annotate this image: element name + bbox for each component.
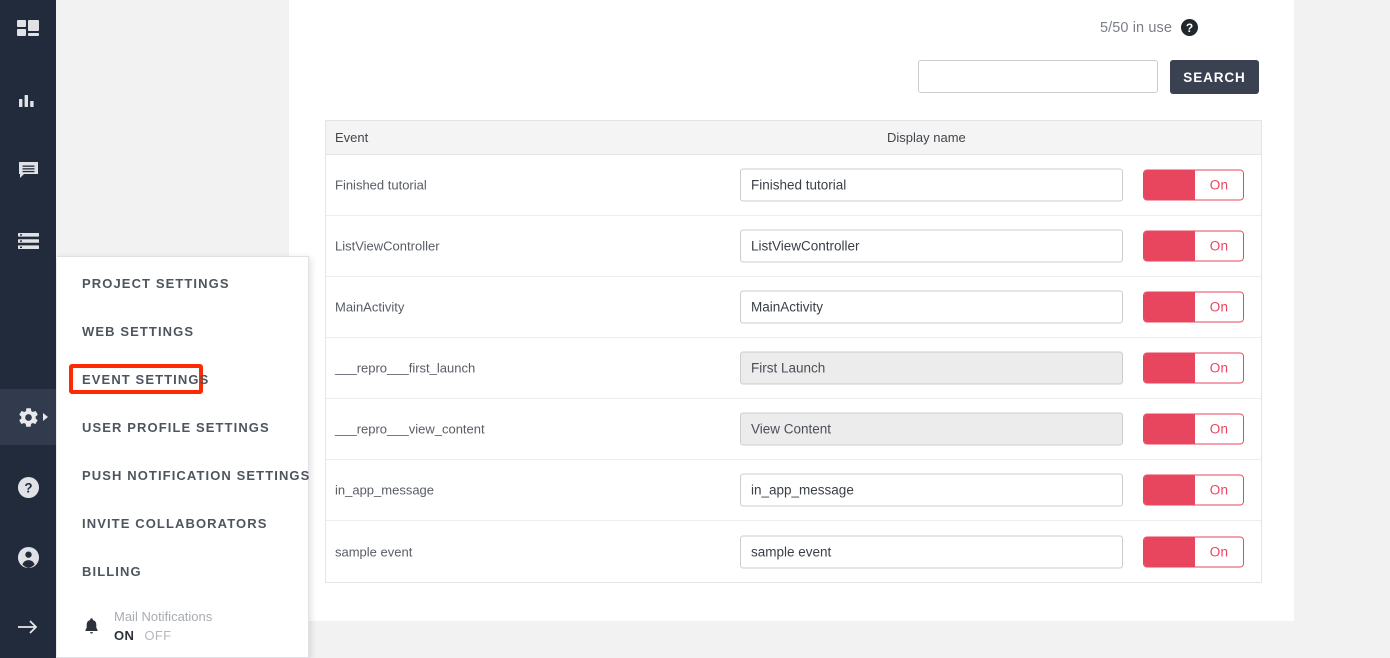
gear-icon	[17, 406, 40, 429]
rail-item-collapse[interactable]	[0, 599, 56, 655]
rail-item-list[interactable]	[0, 213, 56, 269]
toggle-state-label: On	[1195, 354, 1243, 383]
table-row: in_app_message On	[326, 460, 1261, 521]
event-name-label: MainActivity	[335, 300, 404, 315]
toggle-state-label: On	[1195, 293, 1243, 322]
rail-item-dashboard[interactable]	[0, 3, 56, 59]
table-row: ___repro___view_content On	[326, 399, 1261, 460]
help-badge-icon[interactable]: ?	[1181, 19, 1198, 36]
help-circle-icon: ?	[17, 476, 40, 499]
event-name-label: Finished tutorial	[335, 178, 427, 193]
event-enable-toggle[interactable]: On	[1143, 475, 1244, 506]
toggle-knob	[1144, 354, 1195, 383]
submenu-item-push-notification-settings[interactable]: PUSH NOTIFICATION SETTINGS	[82, 468, 310, 483]
display-name-input[interactable]	[740, 474, 1123, 507]
toggle-state-label: On	[1195, 537, 1243, 566]
table-row: MainActivity On	[326, 277, 1261, 338]
toggle-state-label: On	[1195, 415, 1243, 444]
user-circle-icon	[17, 546, 40, 569]
toggle-knob	[1144, 476, 1195, 505]
usage-count-label: 5/50 in use	[1100, 20, 1172, 36]
toggle-state-label: On	[1195, 171, 1243, 200]
display-name-input[interactable]	[740, 291, 1123, 324]
toggle-state-label: On	[1195, 232, 1243, 261]
toggle-knob	[1144, 232, 1195, 261]
event-name-label: ListViewController	[335, 239, 440, 254]
table-row: ___repro___first_launch On	[326, 338, 1261, 399]
search-bar: SEARCH	[918, 60, 1259, 94]
event-name-label: sample event	[335, 544, 412, 559]
bell-icon	[82, 617, 101, 636]
submenu-item-invite-collaborators[interactable]: INVITE COLLABORATORS	[82, 516, 267, 531]
dashboard-grid-icon	[17, 20, 39, 42]
svg-text:?: ?	[24, 480, 32, 495]
event-enable-toggle[interactable]: On	[1143, 170, 1244, 201]
content-card: 5/50 in use ? SEARCH Event Display name …	[289, 0, 1294, 621]
toggle-knob	[1144, 171, 1195, 200]
mail-notifications-on-option[interactable]: ON	[114, 628, 134, 643]
events-table: Event Display name Finished tutorialOnLi…	[325, 120, 1262, 583]
event-enable-toggle[interactable]: On	[1143, 292, 1244, 323]
table-row: ListViewController On	[326, 216, 1261, 277]
rail-item-analytics[interactable]	[0, 73, 56, 129]
bar-chart-icon	[18, 92, 38, 110]
rail-item-help[interactable]: ?	[0, 459, 56, 515]
rail-item-messages[interactable]	[0, 143, 56, 199]
table-row: Finished tutorial On	[326, 155, 1261, 216]
event-enable-toggle[interactable]: On	[1143, 353, 1244, 384]
submenu-item-web-settings[interactable]: WEB SETTINGS	[82, 324, 194, 339]
display-name-input[interactable]	[740, 230, 1123, 263]
rail-item-account[interactable]	[0, 529, 56, 585]
column-header-display-name: Display name	[887, 130, 966, 145]
usage-indicator: 5/50 in use ?	[1100, 19, 1198, 36]
display-name-input[interactable]	[740, 535, 1123, 568]
display-name-input[interactable]	[740, 413, 1123, 446]
toggle-knob	[1144, 415, 1195, 444]
arrow-right-icon	[16, 618, 40, 636]
mail-notifications-label: Mail Notifications	[114, 609, 212, 624]
display-name-input[interactable]	[740, 169, 1123, 202]
submenu-item-user-profile-settings[interactable]: USER PROFILE SETTINGS	[82, 420, 270, 435]
toggle-knob	[1144, 537, 1195, 566]
event-enable-toggle[interactable]: On	[1143, 231, 1244, 262]
chevron-right-icon	[43, 413, 48, 421]
table-header-row: Event Display name	[326, 121, 1261, 155]
rail-item-settings[interactable]	[0, 389, 56, 445]
display-name-input[interactable]	[740, 352, 1123, 385]
toggle-state-label: On	[1195, 476, 1243, 505]
app-root: ? 5/50 in use	[0, 0, 1390, 658]
column-header-event: Event	[335, 130, 368, 145]
event-enable-toggle[interactable]: On	[1143, 414, 1244, 445]
submenu-item-project-settings[interactable]: PROJECT SETTINGS	[82, 276, 230, 291]
table-row: sample event On	[326, 521, 1261, 582]
settings-submenu: PROJECT SETTINGS WEB SETTINGS EVENT SETTIN…	[57, 256, 309, 658]
event-enable-toggle[interactable]: On	[1143, 536, 1244, 567]
search-button[interactable]: SEARCH	[1170, 60, 1259, 94]
event-name-label: ___repro___view_content	[335, 422, 485, 437]
toggle-knob	[1144, 293, 1195, 322]
left-icon-rail: ?	[0, 0, 56, 658]
event-name-label: in_app_message	[335, 483, 434, 498]
submenu-item-event-settings[interactable]: EVENT SETTINGS	[82, 372, 209, 387]
submenu-item-billing[interactable]: BILLING	[82, 564, 142, 579]
table-body: Finished tutorialOnListViewControllerOnM…	[326, 155, 1261, 582]
mail-notifications-off-option[interactable]: OFF	[144, 628, 171, 643]
mail-notifications-setting: Mail Notifications ON OFF	[82, 609, 212, 643]
event-name-label: ___repro___first_launch	[335, 361, 475, 376]
chat-bubble-icon	[18, 161, 39, 181]
search-input[interactable]	[918, 60, 1158, 93]
list-icon	[18, 233, 39, 249]
